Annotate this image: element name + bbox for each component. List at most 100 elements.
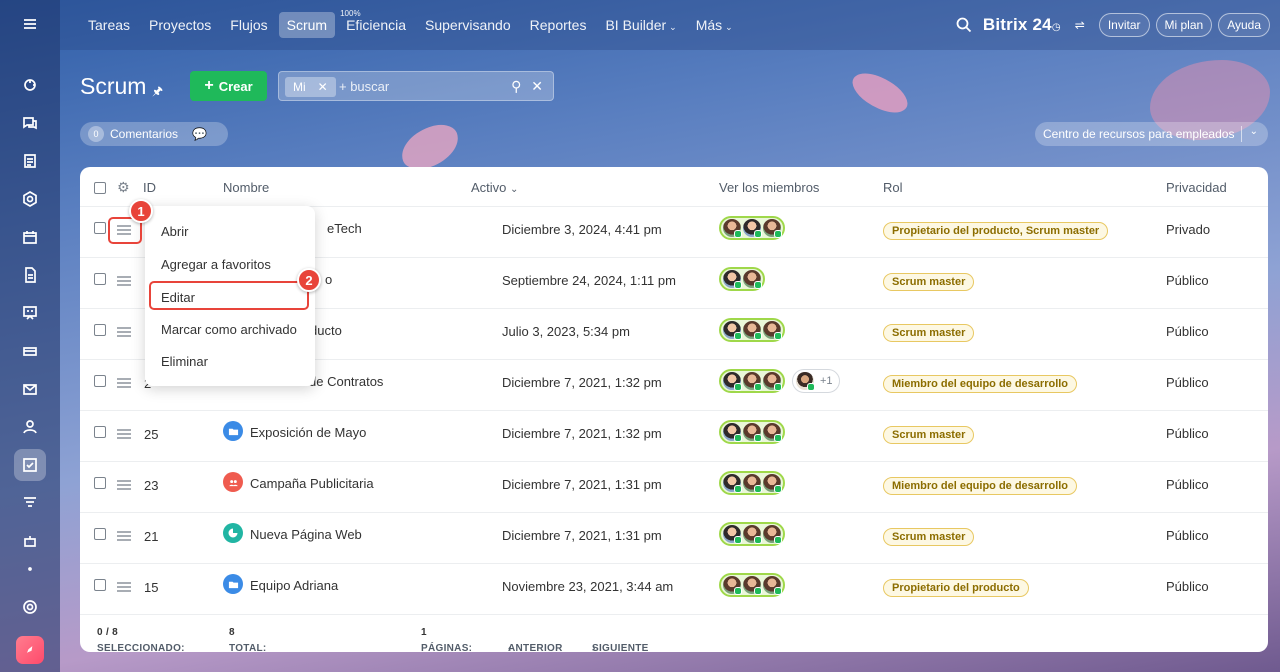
row-menu-icon[interactable] [117,531,131,541]
menu-icon[interactable] [14,8,46,40]
sliders-icon[interactable]: ⇌ [1075,18,1085,32]
resources-center-button[interactable]: Centro de recursos para empleados ⌄ [1035,122,1268,146]
help-button[interactable]: Ayuda [1218,13,1270,37]
row-menu-icon[interactable] [117,378,131,388]
project-name[interactable]: de Contratos [309,374,383,389]
search-filter[interactable]: Mi ✕ ⚲ ✕ [278,71,554,101]
feed-icon[interactable] [14,69,46,101]
column-id[interactable]: ID [143,180,156,195]
filter-chip[interactable]: Mi ✕ [285,77,336,97]
chat-icon[interactable] [14,107,46,139]
tab-flujos[interactable]: Flujos [222,12,275,38]
members-avatars[interactable] [719,420,785,444]
chevron-down-icon: ⌄ [669,22,677,32]
pin-icon[interactable]: 🖈 [152,82,163,103]
tab-mas[interactable]: Más ⌄ [688,12,741,38]
column-active[interactable]: Activo ⌄ [471,180,518,195]
menu-item-archive[interactable]: Marcar como archivado [161,322,297,337]
table-row[interactable]: 15 Equipo Adriana Noviembre 23, 2021, 3:… [80,564,1268,615]
search-icon[interactable] [955,16,973,34]
rocket-app-icon[interactable] [16,636,44,664]
users-icon[interactable] [14,411,46,443]
tab-eficiencia[interactable]: 100% Eficiencia [338,9,414,38]
row-checkbox[interactable] [94,273,106,285]
pages-value: 1 [421,627,427,638]
table-row[interactable]: 21 Nueva Página Web Diciembre 7, 2021, 1… [80,513,1268,564]
active-date: Diciembre 7, 2021, 1:31 pm [502,528,662,543]
chevron-down-icon[interactable]: ⌄ [1250,126,1258,137]
clear-icon[interactable]: ✕ [531,78,543,94]
role-badge: Propietario del producto, Scrum master [883,222,1109,240]
members-avatars[interactable] [719,216,785,240]
mail-icon[interactable] [14,373,46,405]
tasks-icon[interactable] [14,449,46,481]
avatar [723,219,742,238]
members-avatars[interactable] [719,573,785,597]
file-icon[interactable] [14,259,46,291]
column-privacy[interactable]: Privacidad [1166,180,1227,195]
create-button[interactable]: + Crear [190,71,267,101]
search-icon[interactable]: ⚲ [511,78,521,94]
hexagon-icon[interactable] [14,183,46,215]
my-plan-button[interactable]: Mi plan [1155,13,1213,37]
project-name[interactable]: Equipo Adriana [250,578,338,593]
row-menu-icon[interactable] [117,429,131,439]
project-name[interactable]: Campaña Publicitaria [250,476,374,491]
column-role[interactable]: Rol [883,180,903,195]
avatar [723,321,742,340]
project-name[interactable]: eTech [327,221,362,236]
presentation-icon[interactable] [14,297,46,329]
calendar-icon[interactable] [14,221,46,253]
selected-count: SELECCIONADO: 0 / 8 [97,627,184,652]
row-menu-icon[interactable] [117,480,131,490]
project-name[interactable]: o [325,272,332,287]
column-name[interactable]: Nombre [223,180,269,195]
row-menu-icon[interactable] [117,327,131,337]
search-input[interactable] [339,79,499,94]
row-checkbox[interactable] [94,477,106,489]
menu-item-open[interactable]: Abrir [161,224,188,239]
row-checkbox[interactable] [94,426,106,438]
page-title: Scrum [80,73,147,99]
tab-bi-builder[interactable]: BI Builder ⌄ [597,12,684,38]
members-avatars[interactable] [719,369,785,393]
avatar [743,372,762,391]
filter-icon[interactable] [14,487,46,519]
document-icon[interactable] [14,145,46,177]
members-avatars[interactable] [719,318,785,342]
members-avatars[interactable] [719,522,785,546]
row-checkbox[interactable] [94,324,106,336]
more-dot-icon[interactable] [14,563,46,575]
tab-label: Scrum [286,17,328,33]
column-members[interactable]: Ver los miembros [719,180,819,195]
settings-icon[interactable] [14,591,46,623]
avatar [763,474,782,493]
members-avatars[interactable] [719,267,765,291]
table-row[interactable]: 25 Exposición de Mayo Diciembre 7, 2021,… [80,411,1268,462]
row-menu-icon[interactable] [117,582,131,592]
tab-reportes[interactable]: Reportes [522,12,595,38]
menu-item-add-favorites[interactable]: Agregar a favoritos [161,257,271,272]
tab-proyectos[interactable]: Proyectos [141,12,219,38]
project-name[interactable]: Exposición de Mayo [250,425,366,440]
extra-members[interactable]: +1 [792,369,840,393]
row-checkbox[interactable] [94,222,106,234]
tab-scrum[interactable]: Scrum [278,12,336,38]
tab-tareas[interactable]: Tareas [80,12,138,38]
gear-icon[interactable]: ⚙ [117,179,130,196]
project-name[interactable]: Nueva Página Web [250,527,362,542]
storage-icon[interactable] [14,335,46,367]
tab-supervisando[interactable]: Supervisando [417,12,519,38]
invite-button[interactable]: Invitar [1098,13,1150,37]
close-icon[interactable]: ✕ [318,80,328,94]
table-row[interactable]: 23 Campaña Publicitaria Diciembre 7, 202… [80,462,1268,513]
row-checkbox[interactable] [94,579,106,591]
menu-item-delete[interactable]: Eliminar [161,354,208,369]
row-checkbox[interactable] [94,528,106,540]
comments-button[interactable]: 0 Comentarios 💬 [80,122,228,146]
row-checkbox[interactable] [94,375,106,387]
row-menu-icon[interactable] [117,276,131,286]
select-all-checkbox[interactable] [94,182,106,194]
members-avatars[interactable] [719,471,785,495]
robot-icon[interactable] [14,525,46,557]
